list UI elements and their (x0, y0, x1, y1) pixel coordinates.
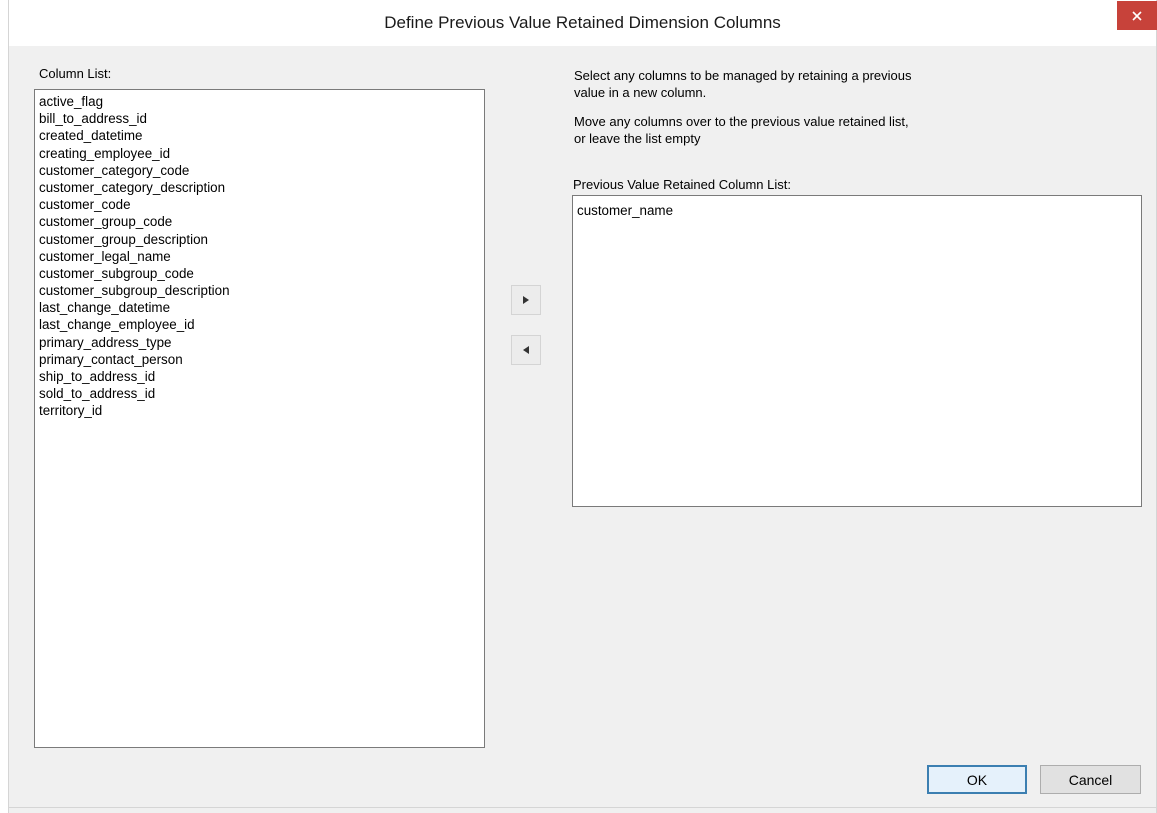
list-item[interactable]: customer_subgroup_code (39, 265, 484, 282)
list-item[interactable]: last_change_employee_id (39, 316, 484, 333)
ok-button[interactable]: OK (927, 765, 1027, 794)
list-item[interactable]: bill_to_address_id (39, 110, 484, 127)
column-list-label: Column List: (39, 66, 112, 81)
close-button[interactable] (1117, 1, 1157, 30)
instructions-text: Select any columns to be managed by reta… (574, 67, 911, 147)
list-item[interactable]: customer_category_code (39, 162, 484, 179)
instruction-line: value in a new column. (574, 85, 707, 100)
dialog-window: Define Previous Value Retained Dimension… (8, 0, 1157, 813)
list-item[interactable]: customer_subgroup_description (39, 282, 484, 299)
triangle-right-icon (523, 296, 529, 304)
list-item[interactable]: primary_contact_person (39, 351, 484, 368)
list-item[interactable]: last_change_datetime (39, 299, 484, 316)
list-item[interactable]: territory_id (39, 402, 484, 419)
list-item[interactable]: customer_legal_name (39, 248, 484, 265)
list-item[interactable]: active_flag (39, 93, 484, 110)
instruction-line: Select any columns to be managed by reta… (574, 68, 912, 83)
retained-list-label: Previous Value Retained Column List: (573, 177, 791, 192)
dialog-title: Define Previous Value Retained Dimension… (384, 13, 781, 32)
list-item[interactable]: customer_group_code (39, 213, 484, 230)
list-item[interactable]: customer_group_description (39, 231, 484, 248)
list-item[interactable]: customer_category_description (39, 179, 484, 196)
list-item[interactable]: created_datetime (39, 127, 484, 144)
dialog-body: Column List: active_flag bill_to_address_… (9, 46, 1156, 808)
list-item[interactable]: sold_to_address_id (39, 385, 484, 402)
column-list[interactable]: active_flag bill_to_address_id created_dat… (34, 89, 485, 748)
list-item[interactable]: customer_name (577, 202, 1141, 219)
instruction-line: Move any columns over to the previous va… (574, 114, 909, 129)
instruction-line: or leave the list empty (574, 131, 701, 146)
move-right-button[interactable] (511, 285, 541, 315)
cancel-button[interactable]: Cancel (1040, 765, 1141, 794)
close-icon (1132, 10, 1142, 21)
list-item[interactable]: primary_address_type (39, 334, 484, 351)
list-item[interactable]: customer_code (39, 196, 484, 213)
title-bar: Define Previous Value Retained Dimension… (9, 0, 1157, 46)
move-left-button[interactable] (511, 335, 541, 365)
retained-column-list[interactable]: customer_name (572, 195, 1142, 507)
list-item[interactable]: ship_to_address_id (39, 368, 484, 385)
list-item[interactable]: creating_employee_id (39, 145, 484, 162)
triangle-left-icon (523, 346, 529, 354)
